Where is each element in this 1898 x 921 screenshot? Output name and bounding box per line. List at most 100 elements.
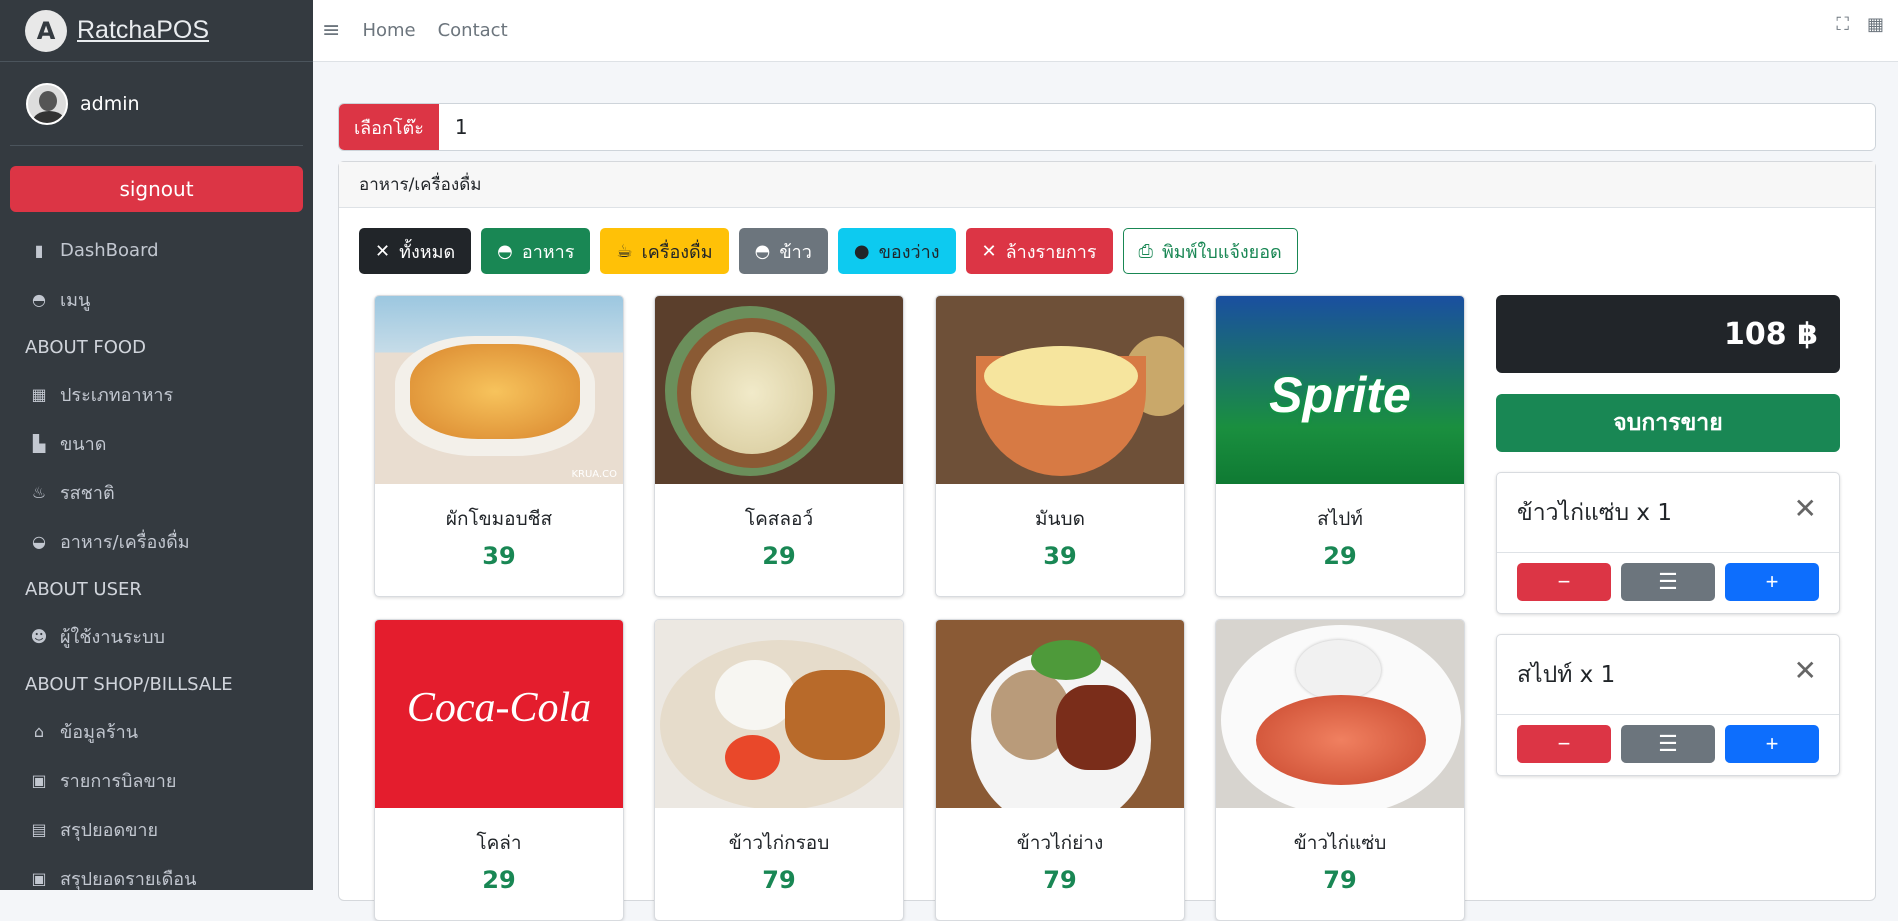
user-name[interactable]: admin	[80, 93, 140, 115]
filter-buttons: ✕ ทั้งหมด ◓ อาหาร ☕ เครื่องดื่ม ◓ ข้าว ●…	[359, 228, 1875, 274]
increase-button[interactable]: +	[1725, 563, 1819, 601]
filter-rice-button[interactable]: ◓ ข้าว	[738, 228, 828, 274]
brand-name[interactable]: RatchaPOS	[77, 16, 209, 45]
product-name: ผักโขมอบชีส	[445, 508, 553, 530]
image-watermark: KRUA.CO	[571, 469, 617, 480]
product-name: โคสลอว์	[744, 508, 814, 530]
decrease-button[interactable]: −	[1517, 725, 1611, 763]
sidebar-header-food: ABOUT FOOD	[25, 336, 146, 358]
card-icon: ▤	[31, 820, 47, 839]
filter-all-button[interactable]: ✕ ทั้งหมด	[359, 228, 472, 274]
order-item: สไปท์ x 1 ✕ − ☰ +	[1496, 634, 1840, 776]
product-card[interactable]: มันบด 39	[935, 295, 1185, 597]
filter-snack-button[interactable]: ● ของว่าง	[837, 228, 956, 274]
order-item: ข้าวไก่แซ่บ x 1 ✕ − ☰ +	[1496, 472, 1840, 614]
order-total: 108 ฿	[1496, 295, 1840, 373]
plus-icon: +	[1765, 731, 1779, 756]
product-card[interactable]: โคสลอว์ 29	[654, 295, 904, 597]
product-card[interactable]: ข้าวไก่กรอบ 79	[654, 619, 904, 921]
minus-icon: −	[1557, 569, 1571, 594]
sidebar-item-label: สรุปยอดขาย	[60, 820, 159, 841]
minus-icon: −	[1557, 731, 1571, 756]
sidebar-item-label: เมนู	[60, 290, 91, 311]
sidebar-header-shop: ABOUT SHOP/BILLSALE	[25, 673, 233, 695]
decrease-button[interactable]: −	[1517, 563, 1611, 601]
main-content: เลือกโต๊ะ อาหาร/เครื่องดื่ม ✕ ทั้งหมด ◓ …	[338, 103, 1876, 921]
product-image	[655, 296, 903, 484]
product-card[interactable]: ข้าวไก่ย่าง 79	[935, 619, 1185, 921]
increase-button[interactable]: +	[1725, 725, 1819, 763]
product-image	[1216, 620, 1464, 808]
bowl-food-icon: ◓	[497, 240, 513, 262]
product-price: 39	[482, 542, 516, 570]
product-card[interactable]: ข้าวไก่แซ่บ 79	[1215, 619, 1465, 921]
filter-label: เครื่องดื่ม	[641, 241, 713, 263]
order-item-actions: − ☰ +	[1497, 553, 1839, 611]
sidebar-item-menu[interactable]: ◓ เมนู	[0, 275, 313, 324]
remove-item-icon[interactable]: ✕	[1794, 495, 1817, 523]
nav-link-contact[interactable]: Contact	[438, 20, 508, 41]
list-icon: ☰	[1658, 569, 1678, 594]
product-image: Sprite	[1216, 296, 1464, 484]
file-icon: ▙	[32, 434, 46, 453]
order-item-name: ข้าวไก่แซ่บ x 1	[1517, 499, 1672, 526]
sidebar-item-monthly-summary[interactable]: ▣ สรุปยอดรายเดือน	[0, 854, 313, 903]
product-image: Coca-Cola	[375, 620, 623, 808]
sidebar-item-size[interactable]: ▙ ขนาด	[0, 419, 313, 468]
user-icon: ☻	[30, 627, 48, 646]
options-button[interactable]: ☰	[1621, 563, 1715, 601]
filter-drink-button[interactable]: ☕ เครื่องดื่ม	[600, 228, 729, 274]
bowl-rice-icon: ◒	[32, 532, 46, 551]
clear-items-button[interactable]: ✕ ล้างรายการ	[965, 228, 1113, 274]
product-image: KRUA.CO	[375, 296, 623, 484]
sidebar-item-label: สรุปยอดรายเดือน	[60, 869, 197, 890]
product-name: สไปท์	[1317, 508, 1363, 530]
user-panel: admin	[10, 62, 303, 146]
fire-icon: ♨	[31, 483, 47, 502]
sidebar-item-label: รายการบิลขาย	[60, 771, 177, 792]
shop-icon: ⌂	[33, 722, 45, 741]
sidebar-item-food-drink[interactable]: ◒ อาหาร/เครื่องดื่ม	[0, 517, 313, 566]
sidebar-item-dashboard[interactable]: ▮ DashBoard	[0, 226, 313, 275]
filter-food-button[interactable]: ◓ อาหาร	[481, 228, 591, 274]
avatar	[26, 82, 68, 125]
hamburger-icon[interactable]: ≡	[322, 18, 340, 43]
table-select-input[interactable]	[438, 104, 1875, 150]
table-select-label: เลือกโต๊ะ	[339, 104, 439, 150]
coke-logo: Coca-Cola	[406, 685, 592, 731]
sidebar-item-users[interactable]: ☻ ผู้ใช้งานระบบ	[0, 612, 313, 661]
signout-button[interactable]: signout	[10, 166, 303, 212]
product-image	[655, 620, 903, 808]
brand-link[interactable]: A RatchaPOS	[0, 0, 313, 62]
brand-logo-icon: A	[25, 9, 67, 52]
product-name: ข้าวไก่แซ่บ	[1293, 832, 1387, 854]
product-card[interactable]: KRUA.CO ผักโขมอบชีส 39	[374, 295, 624, 597]
product-card[interactable]: Sprite สไปท์ 29	[1215, 295, 1465, 597]
sidebar-item-shop-info[interactable]: ⌂ ข้อมูลร้าน	[0, 707, 313, 756]
sidebar-item-bills[interactable]: ▣ รายการบิลขาย	[0, 756, 313, 805]
fullscreen-icon[interactable]: ⛶	[1836, 14, 1849, 35]
sidebar-item-food-type[interactable]: ▦ ประเภทอาหาร	[0, 370, 313, 419]
print-bill-button[interactable]: ⎙ พิมพ์ใบแจ้งยอด	[1122, 228, 1298, 274]
control-sidebar-icon[interactable]: ▦	[1867, 14, 1884, 35]
sidebar-item-taste[interactable]: ♨ รสชาติ	[0, 468, 313, 517]
product-image	[936, 620, 1184, 808]
options-button[interactable]: ☰	[1621, 725, 1715, 763]
chart-bar-icon: ▮	[34, 241, 44, 260]
product-name: โคล่า	[476, 832, 522, 854]
remove-item-icon[interactable]: ✕	[1794, 657, 1817, 685]
money-icon: ▣	[31, 771, 47, 790]
sidebar: A RatchaPOS admin signout ▮ DashBoard ◓ …	[0, 0, 313, 890]
finish-sale-button[interactable]: จบการขาย	[1496, 394, 1840, 452]
product-card[interactable]: Coca-Cola โคล่า 29	[374, 619, 624, 921]
plus-icon: +	[1765, 569, 1779, 594]
print-icon: ⎙	[1138, 240, 1153, 262]
sidebar-header-user: ABOUT USER	[25, 578, 142, 600]
sidebar-item-sales-summary[interactable]: ▤ สรุปยอดขาย	[0, 805, 313, 854]
sidebar-item-label: ข้อมูลร้าน	[60, 722, 139, 743]
order-item-header: ข้าวไก่แซ่บ x 1 ✕	[1497, 473, 1839, 553]
sidebar-item-label: ขนาด	[60, 434, 107, 455]
topbar: ≡ Home Contact ⛶ ▦	[313, 0, 1898, 62]
utensils-icon: ✕	[375, 240, 391, 262]
nav-link-home[interactable]: Home	[362, 20, 415, 41]
